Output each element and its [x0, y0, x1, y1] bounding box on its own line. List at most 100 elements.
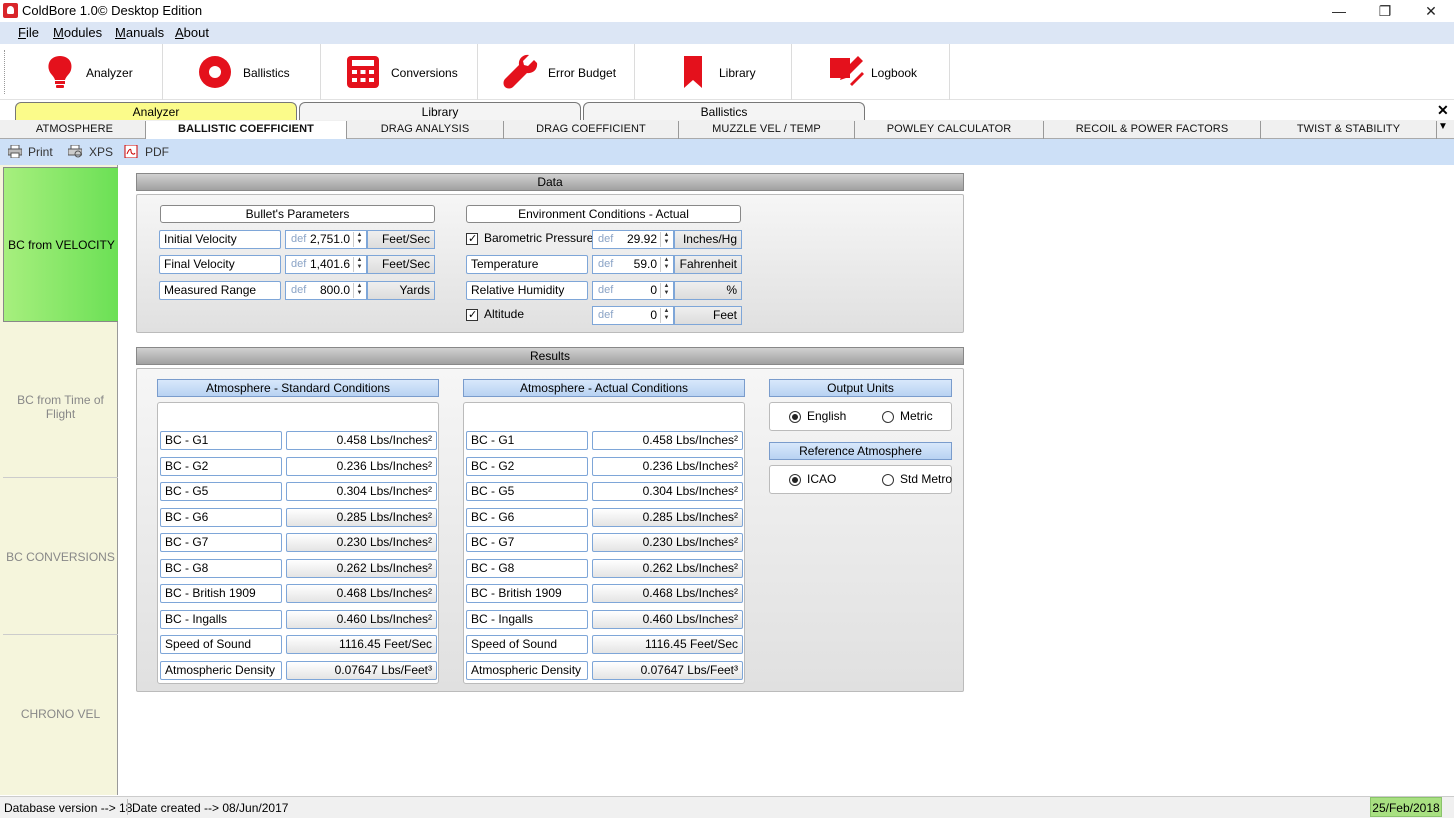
measured-range-unit[interactable]: Yards: [367, 281, 435, 300]
altitude-input[interactable]: def 0 ▲ ▼: [592, 306, 674, 325]
pencil-icon: [830, 56, 864, 86]
initial-velocity-unit[interactable]: Feet/Sec: [367, 230, 435, 249]
error-budget-button[interactable]: Error Budget: [478, 44, 635, 100]
actual-speed-of-sound-value: 1116.45 Feet/Sec: [592, 635, 743, 654]
tabs-overflow-chevron-icon[interactable]: ▼: [1438, 121, 1448, 132]
app-logo-icon: [3, 3, 18, 18]
std-metro-radio[interactable]: Std Metro: [882, 471, 952, 489]
spinner-icon: ▲ ▼: [660, 308, 672, 323]
xps-button[interactable]: XPS: [89, 145, 113, 159]
tab-muzzle-vel-temp[interactable]: MUZZLE VEL / TEMP: [679, 121, 855, 139]
icao-radio[interactable]: ICAO: [789, 471, 836, 489]
restore-button[interactable]: ❐: [1362, 0, 1408, 22]
standard-bc-g6-value: 0.285 Lbs/Inches²: [286, 508, 437, 527]
checkbox-checked-icon[interactable]: [466, 231, 478, 248]
standard-atmospheric-density-value: 0.07647 Lbs/Feet³: [286, 661, 437, 680]
status-divider: [127, 799, 128, 815]
pdf-button[interactable]: PDF: [145, 145, 169, 159]
actual-bc-g6-value: 0.285 Lbs/Inches²: [592, 508, 743, 527]
tab-twist-stability[interactable]: TWIST & STABILITY: [1261, 121, 1437, 139]
reference-atmosphere-group: ICAO Std Metro: [769, 465, 952, 494]
vtab-chrono-vel[interactable]: CHRONO VEL: [3, 637, 118, 792]
barometric-pressure-unit[interactable]: Inches/Hg: [674, 230, 742, 249]
actual-conditions-list: BC - G1 0.458 Lbs/Inches² BC - G2 0.236 …: [463, 402, 745, 684]
menu-modules[interactable]: Modules: [53, 25, 102, 40]
final-velocity-input[interactable]: def 1,401.6 ▲ ▼: [285, 255, 367, 274]
standard-conditions-list: BC - G1 0.458 Lbs/Inches² BC - G2 0.236 …: [157, 402, 439, 684]
standard-bc-british-1909-value: 0.468 Lbs/Inches²: [286, 584, 437, 603]
logbook-button[interactable]: Logbook: [792, 44, 950, 100]
analyzer-button[interactable]: Analyzer: [6, 44, 163, 100]
vtab-bc-from-velocity[interactable]: BC from VELOCITY: [3, 167, 118, 322]
spinner-icon: ▲ ▼: [353, 232, 365, 247]
ballistics-button[interactable]: Ballistics: [163, 44, 321, 100]
vtab-bc-from-time-of-flight[interactable]: BC from Time of Flight: [3, 323, 118, 478]
tab-powley-calculator[interactable]: POWLEY CALCULATOR: [855, 121, 1044, 139]
initial-velocity-input[interactable]: def 2,751.0 ▲ ▼: [285, 230, 367, 249]
spinner-icon: ▲ ▼: [353, 283, 365, 298]
metric-radio[interactable]: Metric: [882, 408, 933, 426]
data-section-header: Data: [136, 173, 964, 191]
english-radio[interactable]: English: [789, 408, 846, 426]
actual-bc-g2-value: 0.236 Lbs/Inches²: [592, 457, 743, 476]
standard-bc-g2-value: 0.236 Lbs/Inches²: [286, 457, 437, 476]
tab-ballistic-coefficient[interactable]: BALLISTIC COEFFICIENT: [146, 121, 347, 139]
tab-atmosphere[interactable]: ATMOSPHERE: [4, 121, 146, 139]
relative-humidity-unit[interactable]: %: [674, 281, 742, 300]
tab-drag-analysis[interactable]: DRAG ANALYSIS: [347, 121, 504, 139]
measured-range-input[interactable]: def 800.0 ▲ ▼: [285, 281, 367, 300]
tab-ballistics[interactable]: Ballistics: [583, 102, 865, 121]
window-title: ColdBore 1.0© Desktop Edition: [22, 3, 203, 18]
altitude-checkbox[interactable]: Altitude: [466, 306, 588, 325]
standard-bc-g5-label: BC - G5: [160, 482, 282, 501]
standard-bc-g8-label: BC - G8: [160, 559, 282, 578]
title-bar: ColdBore 1.0© Desktop Edition — ❐ ✕: [0, 0, 1454, 22]
barometric-pressure-checkbox[interactable]: Barometric Pressure: [466, 230, 593, 249]
actual-bc-g5-label: BC - G5: [466, 482, 588, 501]
main-content: Data Bullet's Parameters Initial Velocit…: [118, 165, 1454, 795]
standard-atmospheric-density-label: Atmospheric Density: [160, 661, 282, 680]
radio-selected-icon[interactable]: [789, 411, 801, 423]
print-button[interactable]: Print: [28, 145, 53, 159]
tab-recoil-power-factors[interactable]: RECOIL & POWER FACTORS: [1044, 121, 1261, 139]
standard-bc-british-1909-label: BC - British 1909: [160, 584, 282, 603]
temperature-unit[interactable]: Fahrenheit: [674, 255, 742, 274]
menu-about[interactable]: About: [175, 25, 209, 40]
sub-tabs: ATMOSPHERE BALLISTIC COEFFICIENT DRAG AN…: [0, 120, 1454, 139]
close-tab-icon[interactable]: ✕: [1437, 102, 1449, 119]
standard-bc-ingalls-value: 0.460 Lbs/Inches²: [286, 610, 437, 629]
conversions-button[interactable]: Conversions: [321, 44, 478, 100]
pdf-icon: [124, 145, 138, 158]
library-button[interactable]: Library: [635, 44, 792, 100]
final-velocity-label: Final Velocity: [159, 255, 281, 274]
barometric-pressure-input[interactable]: def 29.92 ▲ ▼: [592, 230, 674, 249]
final-velocity-unit[interactable]: Feet/Sec: [367, 255, 435, 274]
altitude-unit[interactable]: Feet: [674, 306, 742, 325]
tab-analyzer[interactable]: Analyzer: [15, 102, 297, 121]
vtab-bc-conversions[interactable]: BC CONVERSIONS: [3, 480, 118, 635]
menu-manuals[interactable]: Manuals: [115, 25, 164, 40]
radio-selected-icon[interactable]: [789, 474, 801, 486]
output-units-title: Output Units: [769, 379, 952, 397]
standard-bc-g5-value: 0.304 Lbs/Inches²: [286, 482, 437, 501]
checkbox-checked-icon[interactable]: [466, 307, 478, 324]
tab-library[interactable]: Library: [299, 102, 581, 121]
relative-humidity-input[interactable]: def 0 ▲ ▼: [592, 281, 674, 300]
minimize-button[interactable]: —: [1316, 0, 1362, 22]
calculator-icon: [347, 56, 379, 88]
standard-bc-g1-label: BC - G1: [160, 431, 282, 450]
actual-bc-g2-label: BC - G2: [466, 457, 588, 476]
environment-conditions-title: Environment Conditions - Actual: [466, 205, 741, 223]
standard-speed-of-sound-value: 1116.45 Feet/Sec: [286, 635, 437, 654]
menu-file[interactable]: File: [18, 25, 39, 40]
close-window-button[interactable]: ✕: [1408, 0, 1454, 22]
standard-bc-g1-value: 0.458 Lbs/Inches²: [286, 431, 437, 450]
actual-atmospheric-density-label: Atmospheric Density: [466, 661, 588, 680]
radio-unselected-icon[interactable]: [882, 411, 894, 423]
temperature-input[interactable]: def 59.0 ▲ ▼: [592, 255, 674, 274]
standard-bc-g2-label: BC - G2: [160, 457, 282, 476]
radio-unselected-icon[interactable]: [882, 474, 894, 486]
actual-bc-british-1909-label: BC - British 1909: [466, 584, 588, 603]
tab-drag-coefficient[interactable]: DRAG COEFFICIENT: [504, 121, 679, 139]
current-date-badge: 25/Feb/2018: [1370, 797, 1442, 817]
